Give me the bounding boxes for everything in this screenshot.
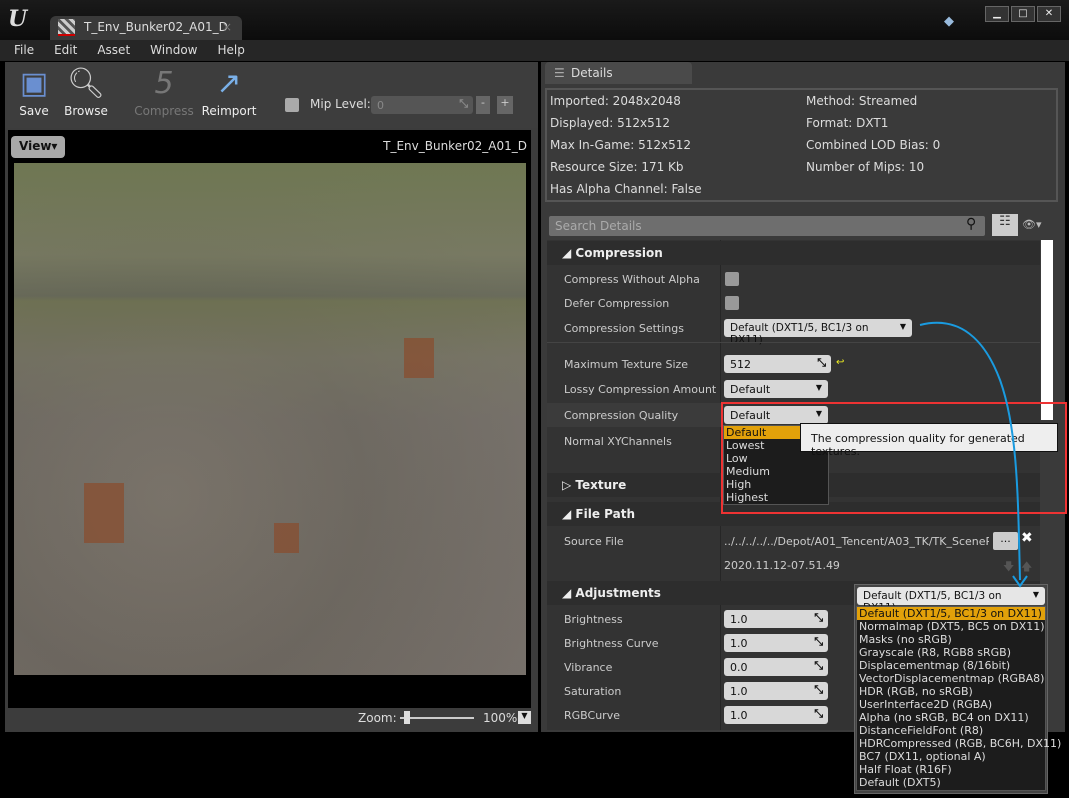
annotation-arrow bbox=[919, 321, 1028, 588]
